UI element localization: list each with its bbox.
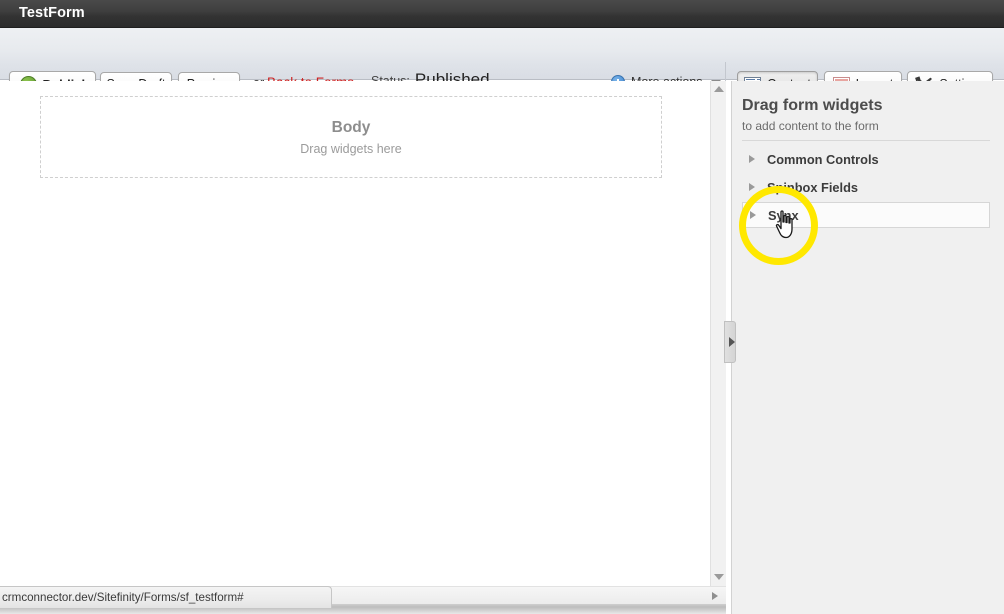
- sidebar-heading: Drag form widgets: [742, 97, 883, 114]
- application-window: TestForm Publish Save Draft Preview or B…: [0, 0, 1004, 614]
- browser-status-bar: crmconnector.dev/Sitefinity/Forms/sf_tes…: [0, 586, 332, 608]
- widgets-sidebar: Drag form widgets to add content to the …: [731, 81, 1004, 614]
- panel-collapse-handle[interactable]: [724, 321, 736, 363]
- triangle-right-icon: [749, 155, 755, 163]
- status-bar-url: crmconnector.dev/Sitefinity/Forms/sf_tes…: [2, 591, 244, 604]
- sidebar-group-synx[interactable]: Synx: [742, 202, 990, 228]
- triangle-right-icon: [750, 211, 756, 219]
- dropzone-subtitle: Drag widgets here: [300, 141, 402, 156]
- sidebar-subheading: to add content to the form: [742, 119, 879, 133]
- sidebar-group-label: Synx: [768, 207, 799, 223]
- form-canvas: Body Drag widgets here: [0, 81, 710, 586]
- sidebar-group-label: Spinbox Fields: [767, 179, 859, 195]
- body-dropzone[interactable]: Body Drag widgets here: [40, 96, 662, 178]
- sidebar-group-common-controls[interactable]: Common Controls: [742, 146, 990, 172]
- dropzone-title: Body: [331, 118, 371, 136]
- command-toolbar: Publish Save Draft Preview or Back to Fo…: [0, 28, 1004, 108]
- triangle-right-icon: [749, 183, 755, 191]
- title-bar: TestForm: [0, 0, 1004, 28]
- page-title: TestForm: [19, 5, 85, 21]
- sidebar-divider: [742, 140, 990, 141]
- sidebar-group-label: Common Controls: [767, 151, 879, 167]
- triangle-right-icon[interactable]: [712, 592, 718, 600]
- sidebar-group-spinbox-fields[interactable]: Spinbox Fields: [742, 174, 990, 200]
- triangle-down-icon[interactable]: [714, 574, 724, 580]
- triangle-up-icon[interactable]: [714, 86, 724, 92]
